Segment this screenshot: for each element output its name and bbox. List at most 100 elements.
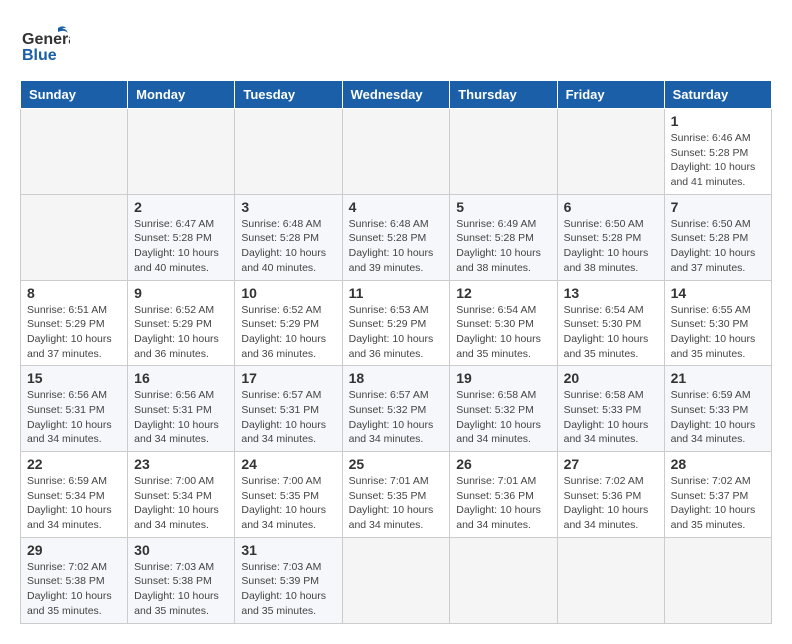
day-number: 26 [456,456,550,472]
logo-icon: General Blue [20,20,70,70]
calendar-week-row: 15 Sunrise: 6:56 AMSunset: 5:31 PMDayligh… [21,366,772,452]
day-number: 1 [671,113,765,129]
day-of-week-header: Sunday [21,81,128,109]
day-of-week-header: Monday [128,81,235,109]
calendar-day: 8 Sunrise: 6:51 AMSunset: 5:29 PMDaylight… [21,280,128,366]
calendar-day: 27 Sunrise: 7:02 AMSunset: 5:36 PMDayligh… [557,452,664,538]
day-info: Sunrise: 6:46 AMSunset: 5:28 PMDaylight:… [671,131,765,190]
day-info: Sunrise: 6:58 AMSunset: 5:32 PMDaylight:… [456,388,550,447]
day-info: Sunrise: 7:03 AMSunset: 5:38 PMDaylight:… [134,560,228,619]
calendar-day: 31 Sunrise: 7:03 AMSunset: 5:39 PMDayligh… [235,537,342,623]
day-info: Sunrise: 7:01 AMSunset: 5:36 PMDaylight:… [456,474,550,533]
day-info: Sunrise: 6:57 AMSunset: 5:31 PMDaylight:… [241,388,335,447]
day-number: 30 [134,542,228,558]
day-info: Sunrise: 6:55 AMSunset: 5:30 PMDaylight:… [671,303,765,362]
day-number: 2 [134,199,228,215]
day-of-week-header: Friday [557,81,664,109]
day-info: Sunrise: 7:03 AMSunset: 5:39 PMDaylight:… [241,560,335,619]
day-number: 31 [241,542,335,558]
day-info: Sunrise: 7:00 AMSunset: 5:34 PMDaylight:… [134,474,228,533]
day-info: Sunrise: 6:58 AMSunset: 5:33 PMDaylight:… [564,388,658,447]
calendar-week-row: 22Sunrise: 6:59 AMSunset: 5:34 PMDayligh… [21,452,772,538]
day-number: 17 [241,370,335,386]
calendar-day: 25 Sunrise: 7:01 AMSunset: 5:35 PMDayligh… [342,452,450,538]
day-info: Sunrise: 6:56 AMSunset: 5:31 PMDaylight:… [134,388,228,447]
day-number: 6 [564,199,658,215]
day-number: 5 [456,199,550,215]
day-info: Sunrise: 6:56 AMSunset: 5:31 PMDaylight:… [27,388,121,447]
calendar-day [557,537,664,623]
calendar-week-row: 29Sunrise: 7:02 AMSunset: 5:38 PMDayligh… [21,537,772,623]
svg-text:Blue: Blue [22,47,57,64]
day-number: 12 [456,285,550,301]
day-info: Sunrise: 7:00 AMSunset: 5:35 PMDaylight:… [241,474,335,533]
calendar-day: 7Sunrise: 6:50 AMSunset: 5:28 PMDaylight… [664,194,771,280]
calendar-day-empty [21,194,128,280]
calendar-week-row: 2 Sunrise: 6:47 AMSunset: 5:28 PMDaylight… [21,194,772,280]
day-info: Sunrise: 6:53 AMSunset: 5:29 PMDaylight:… [349,303,444,362]
calendar-day-empty [21,109,128,195]
day-number: 28 [671,456,765,472]
day-number: 20 [564,370,658,386]
day-info: Sunrise: 6:52 AMSunset: 5:29 PMDaylight:… [241,303,335,362]
calendar-day: 16 Sunrise: 6:56 AMSunset: 5:31 PMDayligh… [128,366,235,452]
day-number: 25 [349,456,444,472]
calendar-day: 9 Sunrise: 6:52 AMSunset: 5:29 PMDaylight… [128,280,235,366]
calendar-day: 18Sunrise: 6:57 AMSunset: 5:32 PMDayligh… [342,366,450,452]
day-of-week-header: Thursday [450,81,557,109]
day-info: Sunrise: 7:02 AMSunset: 5:36 PMDaylight:… [564,474,658,533]
day-info: Sunrise: 6:54 AMSunset: 5:30 PMDaylight:… [564,303,658,362]
day-number: 23 [134,456,228,472]
calendar-table: SundayMondayTuesdayWednesdayThursdayFrid… [20,80,772,624]
day-info: Sunrise: 7:02 AMSunset: 5:38 PMDaylight:… [27,560,121,619]
calendar-day: 20 Sunrise: 6:58 AMSunset: 5:33 PMDayligh… [557,366,664,452]
calendar-day: 22Sunrise: 6:59 AMSunset: 5:34 PMDayligh… [21,452,128,538]
svg-text:General: General [22,31,70,48]
calendar-day: 19 Sunrise: 6:58 AMSunset: 5:32 PMDayligh… [450,366,557,452]
day-number: 27 [564,456,658,472]
calendar-header-row: SundayMondayTuesdayWednesdayThursdayFrid… [21,81,772,109]
day-info: Sunrise: 6:51 AMSunset: 5:29 PMDaylight:… [27,303,121,362]
day-info: Sunrise: 6:48 AMSunset: 5:28 PMDaylight:… [349,217,444,276]
calendar-day: 17 Sunrise: 6:57 AMSunset: 5:31 PMDayligh… [235,366,342,452]
calendar-day: 28Sunrise: 7:02 AMSunset: 5:37 PMDayligh… [664,452,771,538]
calendar-day: 24Sunrise: 7:00 AMSunset: 5:35 PMDayligh… [235,452,342,538]
calendar-day: 23 Sunrise: 7:00 AMSunset: 5:34 PMDayligh… [128,452,235,538]
calendar-day: 11 Sunrise: 6:53 AMSunset: 5:29 PMDayligh… [342,280,450,366]
calendar-day: 13 Sunrise: 6:54 AMSunset: 5:30 PMDayligh… [557,280,664,366]
day-number: 11 [349,285,444,301]
day-number: 4 [349,199,444,215]
day-info: Sunrise: 6:49 AMSunset: 5:28 PMDaylight:… [456,217,550,276]
day-number: 13 [564,285,658,301]
day-info: Sunrise: 6:52 AMSunset: 5:29 PMDaylight:… [134,303,228,362]
day-number: 9 [134,285,228,301]
day-number: 10 [241,285,335,301]
calendar-day-empty [450,109,557,195]
day-info: Sunrise: 6:59 AMSunset: 5:33 PMDaylight:… [671,388,765,447]
day-info: Sunrise: 6:54 AMSunset: 5:30 PMDaylight:… [456,303,550,362]
calendar-day-empty [128,109,235,195]
calendar-day: 21Sunrise: 6:59 AMSunset: 5:33 PMDayligh… [664,366,771,452]
calendar-day: 3 Sunrise: 6:48 AMSunset: 5:28 PMDaylight… [235,194,342,280]
calendar-day [450,537,557,623]
day-info: Sunrise: 6:57 AMSunset: 5:32 PMDaylight:… [349,388,444,447]
calendar-day [664,537,771,623]
calendar-day [342,537,450,623]
calendar-week-row: 8 Sunrise: 6:51 AMSunset: 5:29 PMDaylight… [21,280,772,366]
calendar-day: 1 Sunrise: 6:46 AMSunset: 5:28 PMDaylight… [664,109,771,195]
day-info: Sunrise: 6:47 AMSunset: 5:28 PMDaylight:… [134,217,228,276]
day-number: 19 [456,370,550,386]
day-number: 22 [27,456,121,472]
day-of-week-header: Wednesday [342,81,450,109]
day-info: Sunrise: 6:50 AMSunset: 5:28 PMDaylight:… [671,217,765,276]
day-number: 8 [27,285,121,301]
logo: General Blue [20,20,70,70]
calendar-week-row: 1 Sunrise: 6:46 AMSunset: 5:28 PMDaylight… [21,109,772,195]
day-info: Sunrise: 6:48 AMSunset: 5:28 PMDaylight:… [241,217,335,276]
day-info: Sunrise: 7:01 AMSunset: 5:35 PMDaylight:… [349,474,444,533]
day-number: 16 [134,370,228,386]
day-number: 3 [241,199,335,215]
calendar-day: 10 Sunrise: 6:52 AMSunset: 5:29 PMDayligh… [235,280,342,366]
day-number: 15 [27,370,121,386]
page-header: General Blue [20,20,772,70]
